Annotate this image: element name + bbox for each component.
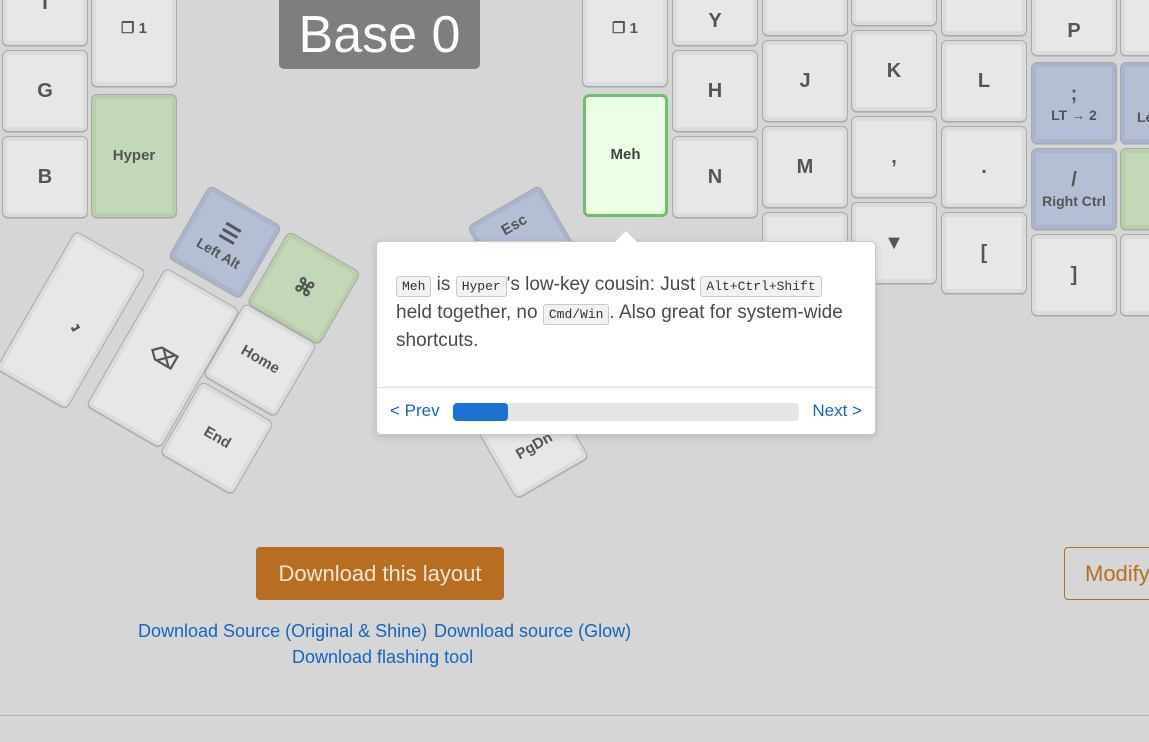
kbd-meh: Meh bbox=[396, 276, 432, 297]
download-layout-button[interactable]: Download this layout bbox=[256, 547, 504, 600]
popover-text: is bbox=[431, 274, 456, 295]
down-arrow-icon: ▼ bbox=[884, 232, 904, 254]
key-h[interactable]: H bbox=[672, 50, 758, 132]
kbd-cmd: Cmd/Win bbox=[542, 304, 610, 325]
tour-progress-fill bbox=[453, 403, 509, 421]
key-k[interactable]: K bbox=[851, 30, 937, 112]
key-semicolon[interactable]: ; LT → 2 bbox=[1031, 62, 1117, 144]
key-rbracket[interactable]: ] bbox=[1031, 234, 1117, 316]
key-label: J bbox=[799, 70, 811, 92]
popover-body: Meh is Hyper's low-key cousin: Just Alt+… bbox=[396, 272, 856, 354]
kbd-hyper: Hyper bbox=[455, 276, 507, 297]
key-sublabel: Le bbox=[1137, 108, 1149, 125]
divider bbox=[0, 715, 1149, 716]
key-far-right-top[interactable] bbox=[1120, 0, 1149, 56]
key-upper-j[interactable] bbox=[762, 0, 848, 36]
tour-popover: Meh is Hyper's low-key cousin: Just Alt+… bbox=[376, 231, 876, 436]
key-upper-k[interactable] bbox=[851, 0, 937, 26]
key-label: Meh bbox=[610, 146, 641, 164]
key-meh[interactable]: Meh bbox=[583, 94, 668, 217]
space-icon: ⎵ bbox=[62, 308, 80, 332]
key-label: B bbox=[37, 166, 53, 188]
key-hyper[interactable]: Hyper bbox=[91, 94, 177, 218]
key-b[interactable]: B bbox=[2, 136, 88, 218]
popover-text: held together, no bbox=[396, 302, 543, 323]
download-flashing-tool-link[interactable]: Download flashing tool bbox=[292, 647, 473, 668]
key-label: ❐ 1 bbox=[121, 20, 147, 37]
key-label: K bbox=[886, 60, 902, 82]
key-lbracket[interactable]: [ bbox=[941, 212, 1027, 294]
key-label: Y bbox=[708, 10, 722, 32]
key-label: End bbox=[200, 422, 234, 452]
window-icon: ❐ bbox=[612, 20, 626, 37]
key-far-right-layer[interactable]: Le bbox=[1120, 62, 1149, 144]
download-source-glow-link[interactable]: Download source (Glow) bbox=[434, 621, 631, 642]
key-label: T bbox=[38, 0, 52, 14]
key-label: . bbox=[981, 156, 987, 178]
key-label: ] bbox=[1070, 264, 1078, 286]
key-label: ❐ 1 bbox=[612, 20, 638, 37]
key-label: Esc bbox=[498, 210, 530, 239]
key-label: [ bbox=[980, 242, 988, 264]
key-j[interactable]: J bbox=[762, 40, 848, 122]
backspace-icon: ⌫ bbox=[145, 341, 181, 375]
modify-button[interactable]: Modify bbox=[1064, 547, 1149, 600]
key-p[interactable]: P bbox=[1031, 0, 1117, 56]
key-far-right-green[interactable] bbox=[1120, 148, 1149, 230]
kbd-combo: Alt+Ctrl+Shift bbox=[700, 276, 822, 297]
next-button[interactable]: Next > bbox=[812, 401, 862, 421]
popover-arrow bbox=[615, 231, 637, 242]
tour-progress-bar bbox=[453, 403, 799, 421]
key-label: / bbox=[1071, 168, 1077, 191]
key-n[interactable]: N bbox=[672, 136, 758, 218]
key-label: ; bbox=[1070, 82, 1078, 105]
key-label: P bbox=[1067, 20, 1081, 42]
key-upper-l[interactable] bbox=[941, 0, 1027, 36]
key-t[interactable]: T bbox=[2, 0, 88, 46]
prev-button[interactable]: < Prev bbox=[390, 401, 440, 421]
key-period[interactable]: . bbox=[941, 126, 1027, 208]
download-source-original-link[interactable]: Download Source (Original & Shine) bbox=[138, 621, 427, 642]
key-g[interactable]: G bbox=[2, 50, 88, 132]
layer-title: Base 0 bbox=[279, 0, 480, 69]
key-y[interactable]: Y bbox=[672, 0, 758, 46]
key-sublabel: LT → 2 bbox=[1051, 106, 1097, 123]
key-label: L bbox=[977, 70, 991, 92]
key-m[interactable]: M bbox=[762, 126, 848, 208]
key-label: M bbox=[796, 156, 814, 178]
key-l[interactable]: L bbox=[941, 40, 1027, 122]
key-label: N bbox=[707, 166, 723, 188]
cmd-icon: ⌘ bbox=[289, 273, 319, 303]
key-layer-1-right[interactable]: ❐ 1 bbox=[582, 0, 668, 87]
key-far-right-bottom[interactable] bbox=[1120, 234, 1149, 316]
link-separator: · bbox=[418, 624, 423, 640]
key-sublabel: Right Ctrl bbox=[1042, 192, 1106, 209]
key-label: G bbox=[37, 80, 53, 102]
key-label: Home bbox=[238, 341, 283, 378]
key-label: , bbox=[891, 146, 897, 168]
key-label: H bbox=[707, 80, 723, 102]
window-icon: ❐ bbox=[121, 20, 135, 37]
key-label: Hyper bbox=[112, 146, 156, 164]
popover-footer: < Prev Next > bbox=[377, 387, 875, 436]
key-slash[interactable]: / Right Ctrl bbox=[1031, 148, 1117, 230]
key-layer-1[interactable]: ❐ 1 bbox=[91, 0, 177, 87]
popover-text: 's low-key cousin: Just bbox=[506, 274, 701, 295]
key-comma[interactable]: , bbox=[851, 116, 937, 198]
